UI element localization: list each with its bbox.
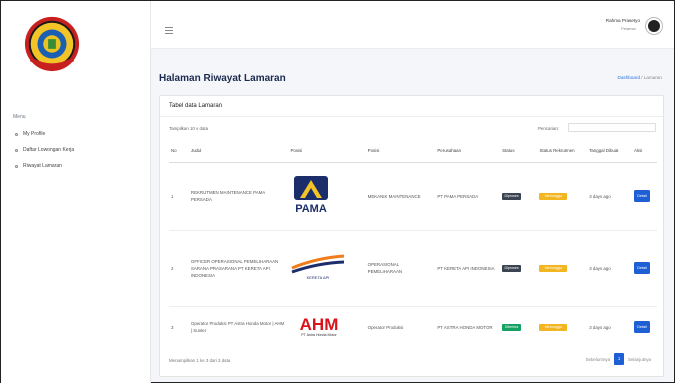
page-1-button[interactable]: 1 bbox=[614, 353, 625, 365]
cell-tanggal: 3 days ago bbox=[587, 229, 633, 306]
detail-button[interactable]: Detail bbox=[634, 262, 651, 274]
cell-logo: KERETA API bbox=[288, 229, 366, 306]
cell-status: Diproses bbox=[500, 161, 538, 230]
ahm-logo-subtext: PT Astra Honda Motor bbox=[302, 333, 338, 337]
cell-no: 2 bbox=[169, 229, 189, 306]
detail-button[interactable]: Detail bbox=[634, 321, 651, 334]
cell-judul: REKRUTMEN MAINTENANCE PAMA PERSADA bbox=[188, 161, 289, 230]
circle-icon bbox=[15, 148, 18, 152]
lamaran-table: No Judul Posisi Posisi Perusahaan Status… bbox=[169, 140, 657, 348]
sidebar-item-label: My Profile bbox=[23, 131, 46, 137]
status-badge: Diproses bbox=[502, 265, 522, 272]
rekrutmen-badge: Menunggu bbox=[539, 265, 568, 272]
cell-perusahaan: PT KERETA API INDONESIA bbox=[435, 229, 501, 306]
cell-posisi: Operator Produksi bbox=[365, 305, 436, 348]
card-title: Tabel data Lamaran bbox=[169, 103, 223, 109]
table-row: 2 OFFICER OPERASIONAL PEMELIHARAAN SARAN… bbox=[169, 229, 657, 306]
sidebar-item-profile[interactable]: My Profile bbox=[15, 131, 45, 137]
col-no[interactable]: No bbox=[169, 140, 189, 163]
cell-aksi: Detail bbox=[632, 161, 657, 230]
col-posisi[interactable]: Posisi bbox=[365, 140, 436, 163]
cell-posisi: MEKANIK MAINTENANCE bbox=[365, 161, 436, 230]
topbar: Rahma Prasetyo Pelamar bbox=[151, 1, 674, 49]
table-row: 3 Operator Produksi PT Astra Honda Motor… bbox=[169, 305, 657, 348]
hamburger-icon[interactable] bbox=[165, 27, 173, 36]
rekrutmen-badge: Menunggu bbox=[539, 324, 568, 332]
breadcrumb-home[interactable]: Dashboard bbox=[618, 75, 640, 80]
kai-logo-text: KERETA API bbox=[307, 275, 330, 280]
entries-length-select[interactable]: Tampilkan 10 v data bbox=[169, 126, 208, 131]
user-name[interactable]: Rahma Prasetyo bbox=[606, 18, 640, 23]
cell-status: Diterima bbox=[500, 305, 538, 348]
sidebar-item-lowongan[interactable]: Daftar Lowongan Kerja bbox=[15, 147, 74, 153]
ahm-logo-text: AHM bbox=[300, 315, 339, 334]
cell-judul: Operator Produksi PT Astra Honda Motor |… bbox=[188, 305, 289, 348]
cell-perusahaan: PT PAMA PERSADA bbox=[435, 161, 501, 230]
sidebar-item-label: Daftar Lowongan Kerja bbox=[23, 147, 75, 153]
search-label: Pencarian: bbox=[538, 126, 559, 131]
table-row: 1 REKRUTMEN MAINTENANCE PAMA PERSADA PAM… bbox=[169, 161, 657, 230]
cell-logo: PAMA bbox=[288, 161, 366, 230]
table-info: Menampilkan 1 ke 3 dari 3 data bbox=[169, 358, 231, 363]
sidebar-item-label: Riwayat Lamaran bbox=[23, 163, 62, 169]
search-input[interactable] bbox=[568, 123, 656, 132]
avatar[interactable] bbox=[646, 18, 662, 34]
col-logo[interactable]: Posisi bbox=[288, 140, 366, 163]
sidebar: Menu My Profile Daftar Lowongan Kerja Ri… bbox=[1, 1, 151, 383]
menu-heading: Menu bbox=[13, 114, 26, 120]
cell-judul: OFFICER OPERASIONAL PEMELIHARAAN SARANA … bbox=[188, 229, 289, 306]
circle-icon bbox=[15, 132, 18, 136]
cell-tanggal: 3 days ago bbox=[587, 161, 633, 230]
user-role: Pelamar bbox=[621, 26, 636, 31]
rekrutmen-badge: Menunggu bbox=[539, 193, 568, 200]
next-page-button[interactable]: Selanjutnya bbox=[628, 357, 651, 362]
cell-rekrutmen: Menunggu bbox=[537, 305, 588, 348]
cell-aksi: Detail bbox=[632, 229, 657, 306]
pama-logo-text: PAMA bbox=[296, 203, 328, 214]
col-status[interactable]: Status bbox=[500, 140, 538, 163]
col-judul[interactable]: Judul bbox=[188, 140, 289, 163]
page-title: Halaman Riwayat Lamaran bbox=[159, 73, 286, 84]
detail-button[interactable]: Detail bbox=[634, 190, 651, 202]
ahm-logo: AHM PT Astra Honda Motor bbox=[300, 315, 339, 337]
breadcrumb-current: Lamaran bbox=[643, 75, 662, 80]
cell-rekrutmen: Menunggu bbox=[537, 161, 588, 230]
cell-rekrutmen: Menunggu bbox=[537, 229, 588, 306]
cell-no: 1 bbox=[169, 161, 189, 230]
cell-tanggal: 3 days ago bbox=[587, 305, 633, 348]
divider bbox=[160, 116, 663, 117]
breadcrumb: Dashboard / Lamaran bbox=[617, 75, 662, 80]
circle-icon bbox=[15, 164, 18, 168]
cell-logo: AHM PT Astra Honda Motor bbox=[288, 305, 366, 348]
col-perusahaan[interactable]: Perusahaan bbox=[435, 140, 501, 163]
col-tanggal[interactable]: Tanggal Dibuat bbox=[587, 140, 633, 163]
pama-logo: PAMA bbox=[294, 176, 329, 215]
kai-logo: KERETA API bbox=[291, 254, 345, 280]
col-aksi[interactable]: Aksi bbox=[632, 140, 657, 163]
status-badge: Diproses bbox=[502, 193, 522, 200]
col-rekrutmen[interactable]: Status Rekrutmen bbox=[537, 140, 588, 163]
status-badge: Diterima bbox=[502, 324, 522, 332]
cell-no: 3 bbox=[169, 305, 189, 348]
institution-logo bbox=[24, 16, 80, 72]
sidebar-item-riwayat[interactable]: Riwayat Lamaran bbox=[15, 163, 62, 169]
cell-posisi: OPERASIONAL PEMELIHARAAN bbox=[365, 229, 436, 306]
prev-page-button[interactable]: Sebelumnya bbox=[586, 357, 610, 362]
cell-status: Diproses bbox=[500, 229, 538, 306]
pagination: Sebelumnya 1 Selanjutnya bbox=[586, 353, 651, 365]
cell-aksi: Detail bbox=[632, 305, 657, 348]
cell-perusahaan: PT ASTRA HONDA MOTOR bbox=[435, 305, 501, 348]
lamaran-card: Tabel data Lamaran Tampilkan 10 v data P… bbox=[159, 95, 664, 377]
